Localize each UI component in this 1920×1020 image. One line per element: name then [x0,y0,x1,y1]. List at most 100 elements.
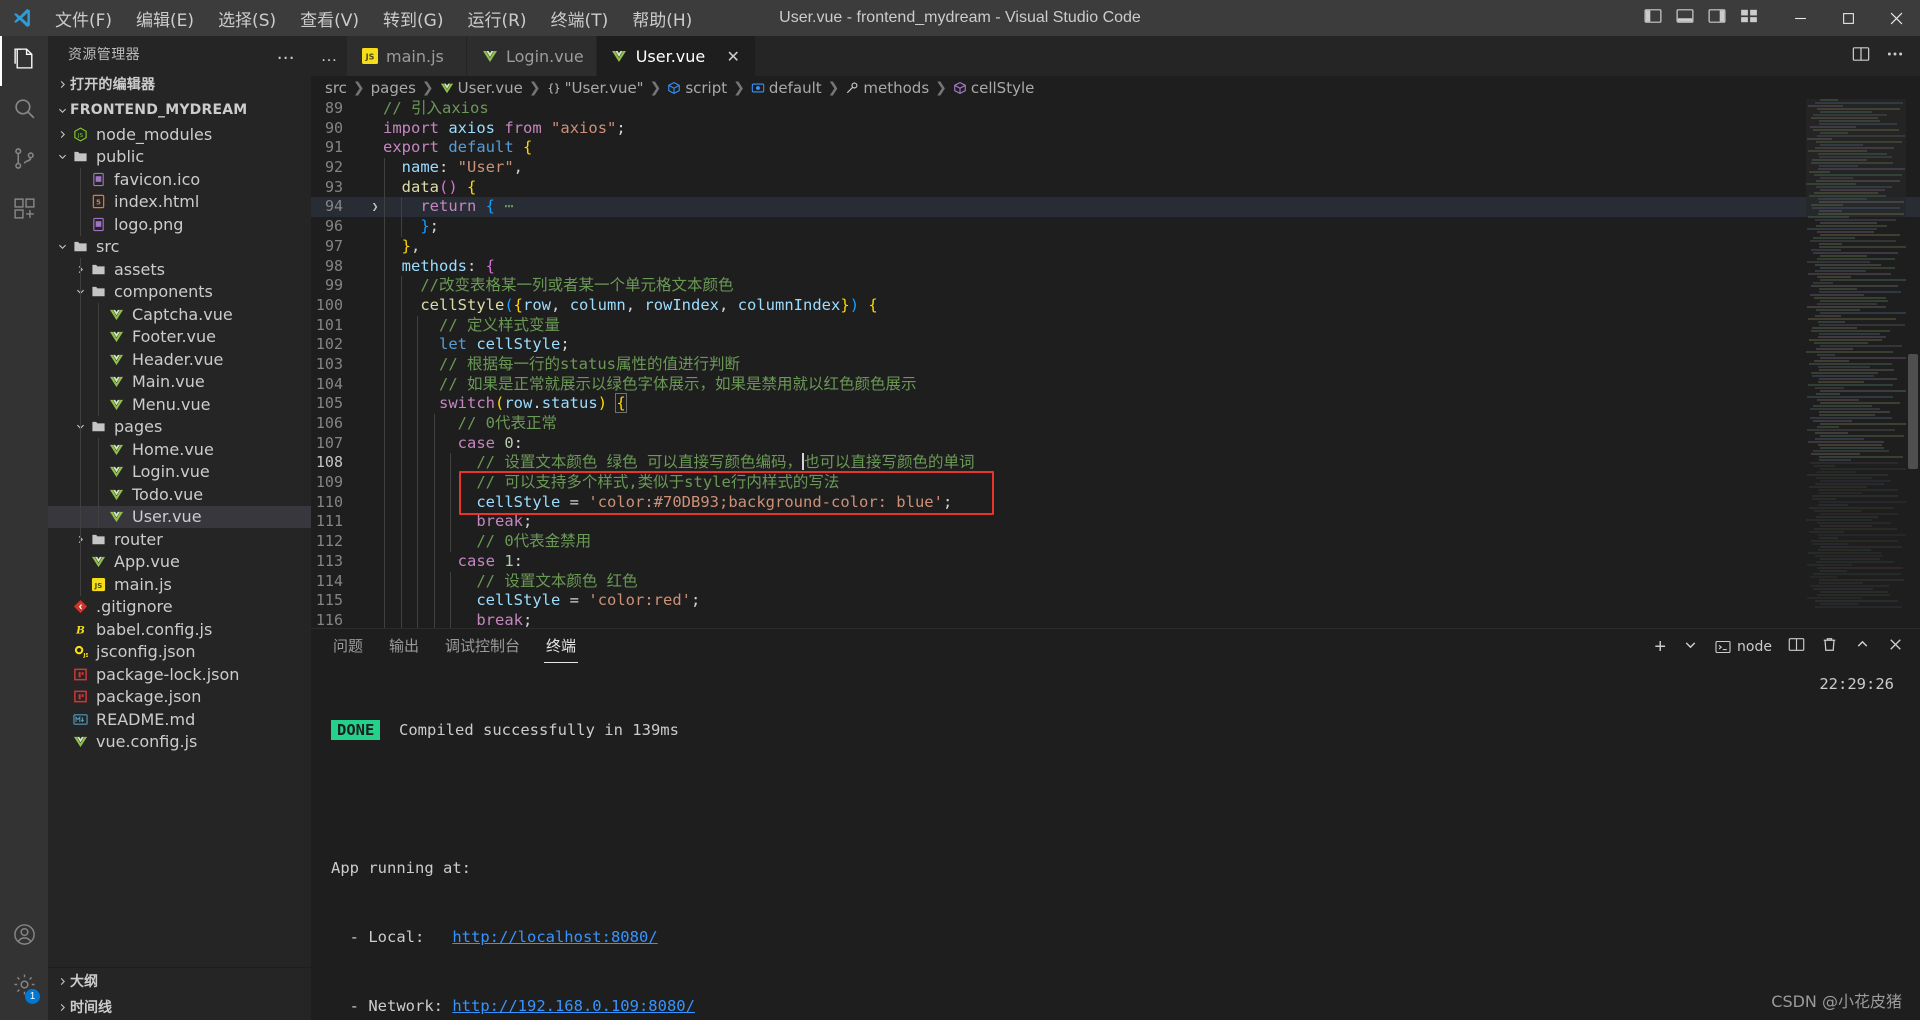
breadcrumb-item-src[interactable]: src [325,79,347,97]
code-line[interactable]: 105 switch(row.status) { [311,393,1920,415]
breadcrumb-item-default[interactable]: default [751,79,822,97]
more-actions-icon[interactable] [1886,45,1904,68]
tree-item-babel-config-js[interactable]: Bbabel.config.js [48,618,311,641]
chevron-down-icon[interactable] [1682,636,1699,658]
menu-view[interactable]: 查看(V) [289,2,370,35]
code-line[interactable]: 96 }; [311,217,1920,237]
scrollbar-thumb[interactable] [1908,354,1918,469]
code-line[interactable]: 115 cellStyle = 'color:red'; [311,591,1920,611]
panel-tab-debug-console[interactable]: 调试控制台 [443,631,522,663]
split-editor-icon[interactable] [1852,45,1870,68]
menu-terminal[interactable]: 终端(T) [540,2,620,35]
tree-item-pages[interactable]: pages [48,415,311,438]
tree-item-assets[interactable]: assets [48,258,311,281]
activity-explorer[interactable] [0,36,48,86]
code-line[interactable]: 97 }, [311,236,1920,257]
tree-item-footer-vue[interactable]: Footer.vue [48,325,311,348]
code-line[interactable]: 93 data() { [311,177,1920,198]
tree-item-jsconfig-json[interactable]: JS jsconfig.json [48,641,311,664]
terminal-selector[interactable]: node [1715,639,1772,655]
panel-tab-terminal[interactable]: 终端 [544,631,579,663]
file-tree[interactable]: JS node_modules public favicon.ico 5 index.ht… [48,123,311,967]
tree-item-todo-vue[interactable]: Todo.vue [48,483,311,506]
trash-icon[interactable] [1821,636,1838,658]
tree-item-src[interactable]: src [48,236,311,259]
tree-item-login-vue[interactable]: Login.vue [48,460,311,483]
section-workspace-root[interactable]: FRONTEND_MYDREAM [48,97,311,123]
split-terminal-icon[interactable] [1788,636,1805,658]
minimize-button[interactable] [1776,0,1824,36]
tree-item-router[interactable]: router [48,528,311,551]
editor-vertical-scrollbar[interactable] [1906,99,1920,628]
close-button[interactable] [1872,0,1920,36]
menu-run[interactable]: 运行(R) [456,2,537,35]
tree-item-index-html[interactable]: 5 index.html [48,190,311,213]
minimap[interactable] [1806,99,1906,628]
tree-item-main-js[interactable]: JS main.js [48,573,311,596]
customize-layout-icon[interactable] [1740,7,1758,30]
chevron-right-icon[interactable]: ❯ [367,197,383,217]
tree-item-captcha-vue[interactable]: Captcha.vue [48,303,311,326]
terminal-output[interactable]: DONE Compiled successfully in 139ms App … [311,665,1920,1020]
section-open-editors[interactable]: 打开的编辑器 [48,71,311,97]
tree-item-user-vue[interactable]: User.vue [48,505,311,528]
code-line[interactable]: 89 // 引入axios [311,99,1920,119]
activity-manage-settings[interactable]: 1 [0,962,48,1012]
tree-item-package-lock-json[interactable]: package-lock.json [48,663,311,686]
tree-item-readme-md[interactable]: README.md [48,708,311,731]
code-line[interactable]: 94 ❯ return { ⋯ [311,197,1920,218]
code-line[interactable]: 106 // 0代表正常 [311,414,1920,434]
close-panel-icon[interactable] [1887,636,1904,658]
code-line[interactable]: 101 // 定义样式变量 [311,315,1920,336]
sidebar-more-actions-icon[interactable]: … [269,44,303,62]
code-content[interactable]: 89 // 引入axios 90 import axios from "axios";… [311,99,1920,628]
maximize-panel-icon[interactable] [1854,636,1871,658]
panel-tab-output[interactable]: 输出 [387,631,421,663]
tree-item-gitignore[interactable]: .gitignore [48,596,311,619]
breadcrumb-item-script[interactable]: script [667,79,727,97]
tree-item-header-vue[interactable]: Header.vue [48,348,311,371]
code-editor[interactable]: 89 // 引入axios 90 import axios from "axios";… [311,99,1920,628]
tree-item-menu-vue[interactable]: Menu.vue [48,393,311,416]
code-line[interactable]: 99 //改变表格某一列或者某一个单元格文本颜色 [311,276,1920,296]
tab-login-vue[interactable]: Login.vue [467,36,597,76]
activity-search[interactable] [0,86,48,136]
code-line[interactable]: 112 // 0代表金禁用 [311,532,1920,552]
toggle-panel-icon[interactable] [1676,7,1694,30]
breadcrumb-item-methods[interactable]: methods [845,79,929,97]
local-url[interactable]: http://localhost:8080/ [452,928,657,946]
code-line[interactable]: 114 // 设置文本颜色 红色 [311,571,1920,592]
activity-accounts[interactable] [0,912,48,962]
code-line[interactable]: 113 case 1: [311,551,1920,572]
code-line[interactable]: 109 // 可以支持多个样式,类似于style行内样式的写法 [311,473,1920,493]
code-line[interactable]: 103 // 根据每一行的status属性的值进行判断 [311,354,1920,375]
toggle-secondary-sidebar-icon[interactable] [1708,7,1726,30]
tree-item-app-vue[interactable]: App.vue [48,550,311,573]
code-line[interactable]: 107 case 0: [311,433,1920,454]
menu-selection[interactable]: 选择(S) [207,2,287,35]
tree-item-public[interactable]: public [48,146,311,169]
tab-user-vue[interactable]: User.vue ✕ [596,36,757,76]
tab-close-icon[interactable]: ✕ [723,47,743,66]
maximize-button[interactable] [1824,0,1872,36]
section-outline[interactable]: 大纲 [48,968,311,994]
tab-main-js[interactable]: JS main.js [347,36,467,76]
tree-item-logo-png[interactable]: logo.png [48,213,311,236]
activity-source-control[interactable] [0,136,48,186]
tree-item-main-vue[interactable]: Main.vue [48,370,311,393]
menu-go[interactable]: 转到(G) [372,2,454,35]
breadcrumb-item-user.vue[interactable]: {} "User.vue" [547,79,643,97]
breadcrumb-item-pages[interactable]: pages [371,79,416,97]
section-timeline[interactable]: 时间线 [48,994,311,1020]
tabs-overflow-icon[interactable]: … [311,36,347,76]
code-line[interactable]: 110 cellStyle = 'color:#70DB93;backgroun… [311,492,1920,513]
tree-item-home-vue[interactable]: Home.vue [48,438,311,461]
code-line[interactable]: 90 import axios from "axios"; [311,119,1920,139]
tree-item-vue-config-js[interactable]: vue.config.js [48,731,311,754]
activity-extensions[interactable] [0,186,48,236]
menu-help[interactable]: 帮助(H) [621,2,703,35]
code-line[interactable]: 111 break; [311,512,1920,533]
code-line[interactable]: 108 // 设置文本颜色 绿色 可以直接写颜色编码， 也可以直接写颜色的单词 [311,453,1920,474]
breadcrumb[interactable]: src ❯ pages ❯ User.vue ❯ {} "User.vue" ❯ script ❯ d… [311,76,1920,99]
panel-tab-problems[interactable]: 问题 [331,631,365,663]
